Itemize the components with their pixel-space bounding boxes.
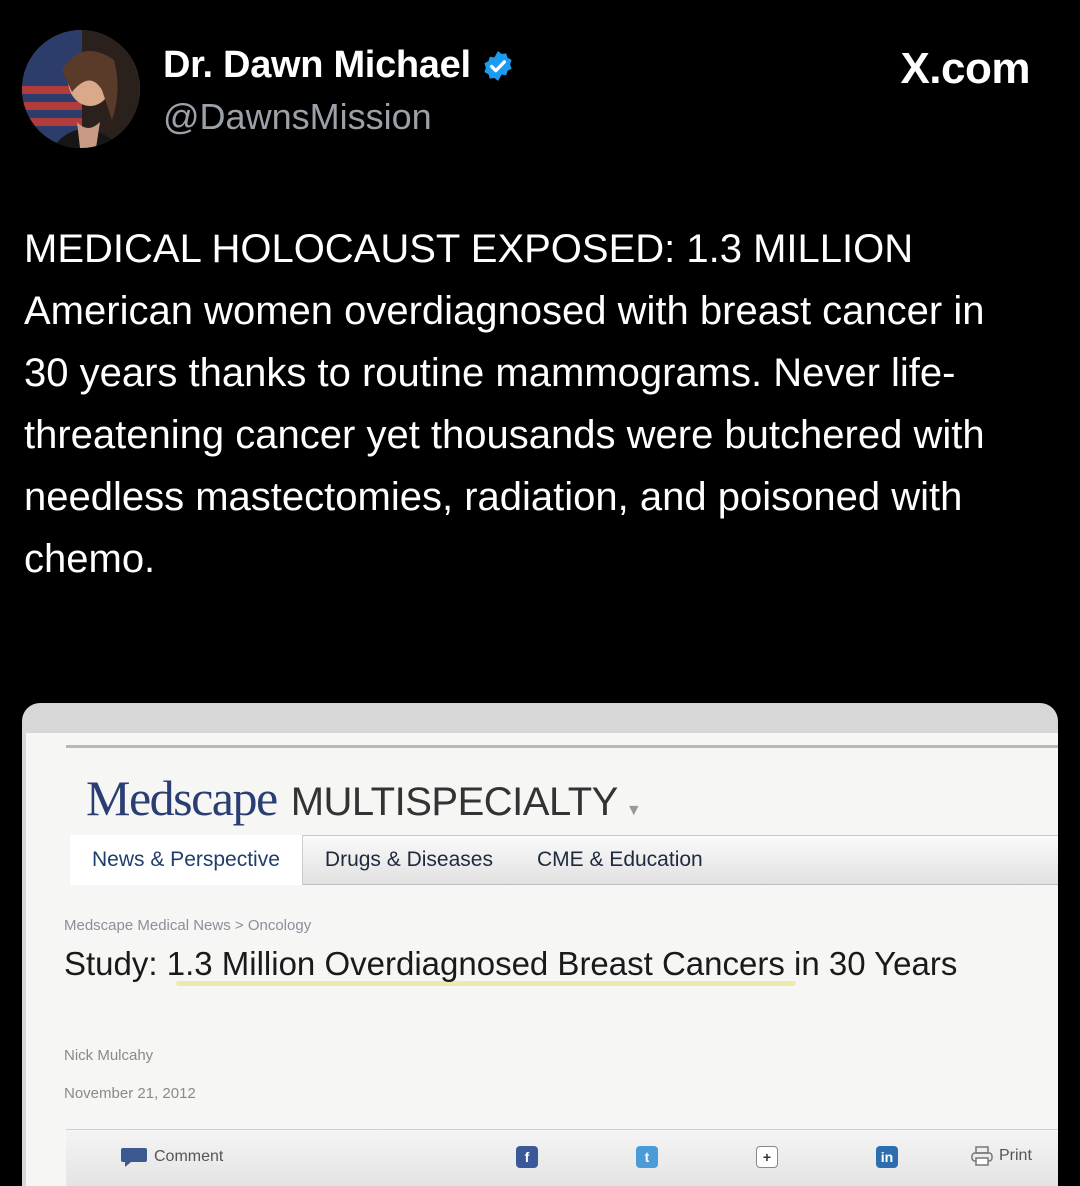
specialty-selector[interactable]: MULTISPECIALTY — [291, 780, 619, 825]
user-handle[interactable]: @DawnsMission — [163, 96, 432, 138]
print-icon — [971, 1146, 993, 1166]
comment-icon — [121, 1148, 147, 1167]
display-name[interactable]: Dr. Dawn Michael — [163, 44, 471, 87]
nav-cme-education[interactable]: CME & Education — [515, 835, 725, 885]
site-label: X.com — [900, 44, 1030, 93]
print-button[interactable]: Print — [971, 1146, 1032, 1166]
linkedin-share-button[interactable]: in — [876, 1146, 898, 1168]
verified-badge-icon — [484, 50, 512, 81]
article-date: November 21, 2012 — [64, 1085, 196, 1102]
article-page: Medscape MULTISPECIALTY ▼ News & Perspec… — [26, 733, 1058, 1186]
tweet-text: MEDICAL HOLOCAUST EXPOSED: 1.3 MILLION A… — [24, 227, 985, 581]
avatar[interactable] — [22, 30, 140, 148]
chevron-down-icon: ▼ — [625, 802, 642, 819]
comment-label: Comment — [154, 1148, 224, 1165]
article-headline: Study: 1.3 Million Overdiagnosed Breast … — [64, 945, 958, 982]
medscape-nav: News & Perspective Drugs & Diseases CME … — [70, 835, 1058, 885]
twitter-share-button[interactable]: t — [636, 1146, 658, 1168]
name-row: Dr. Dawn Michael — [163, 44, 515, 87]
nav-drugs-diseases[interactable]: Drugs & Diseases — [303, 835, 515, 885]
twitter-icon: t — [636, 1146, 658, 1168]
breadcrumb[interactable]: Medscape Medical News > Oncology — [64, 917, 311, 934]
post-screenshot: Dr. Dawn Michael @DawnsMission X.com MED… — [0, 0, 1080, 1186]
article-author[interactable]: Nick Mulcahy — [64, 1047, 153, 1064]
facebook-share-button[interactable]: f — [516, 1146, 538, 1168]
comment-button[interactable]: Comment — [120, 1146, 223, 1168]
google-plus-share-button[interactable]: + — [756, 1146, 778, 1168]
linkedin-icon: in — [876, 1146, 898, 1168]
medscape-header: Medscape MULTISPECIALTY ▼ — [86, 769, 642, 827]
nav-news-perspective[interactable]: News & Perspective — [70, 835, 303, 885]
top-divider — [66, 745, 1058, 748]
embedded-article-screenshot[interactable]: Medscape MULTISPECIALTY ▼ News & Perspec… — [22, 703, 1058, 1186]
print-label: Print — [999, 1147, 1032, 1164]
avatar-image — [22, 30, 140, 148]
medscape-logo[interactable]: Medscape — [86, 769, 278, 827]
facebook-icon: f — [516, 1146, 538, 1168]
google-plus-icon: + — [756, 1146, 778, 1168]
share-bar: Comment f t + in Print — [66, 1129, 1058, 1186]
